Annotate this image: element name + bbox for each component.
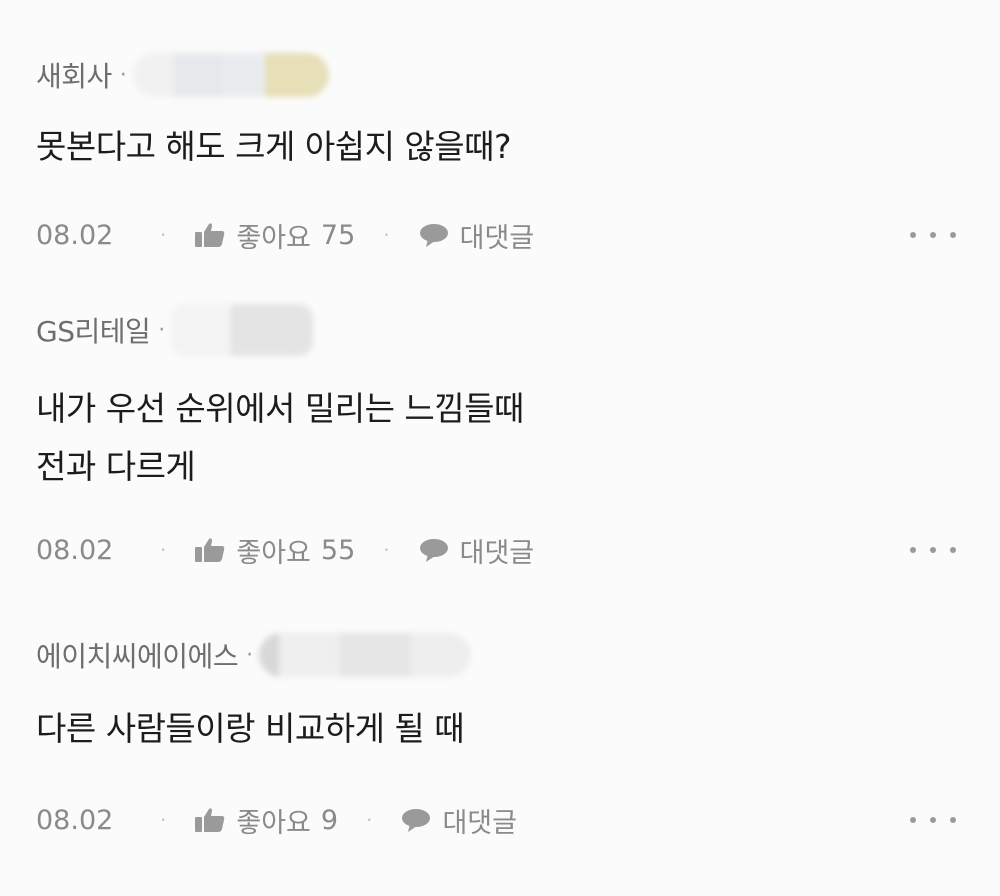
- speech-bubble-icon: [418, 222, 450, 248]
- more-dots-icon: [910, 817, 916, 823]
- separator-dot: ·: [160, 223, 167, 247]
- reply-label: 대댓글: [459, 222, 535, 254]
- thumbs-up-icon: [194, 807, 226, 833]
- reply-button[interactable]: 대댓글: [418, 216, 535, 255]
- reply-button[interactable]: 대댓글: [400, 801, 517, 840]
- comment-date: 08.02: [36, 804, 114, 836]
- like-label: 좋아요: [236, 807, 311, 839]
- more-options-button[interactable]: [910, 220, 956, 250]
- like-label: 좋아요: [236, 222, 311, 254]
- separator-dot: ·: [366, 808, 373, 832]
- like-button[interactable]: 좋아요 9: [194, 801, 338, 840]
- more-options-button[interactable]: [910, 535, 956, 565]
- reply-button[interactable]: 대댓글: [418, 531, 535, 570]
- thumbs-up-icon: [194, 222, 226, 248]
- separator-dot: ·: [383, 223, 390, 247]
- more-dots-icon: [910, 547, 916, 553]
- separator-dot: ·: [383, 538, 390, 562]
- more-dots-icon: [910, 232, 916, 238]
- comment-text-line: 내가 우선 순위에서 밀리는 느낌들때: [36, 389, 524, 428]
- comment-date: 08.02: [36, 219, 114, 251]
- like-button[interactable]: 좋아요 55: [194, 531, 355, 570]
- reply-label: 대댓글: [459, 537, 535, 569]
- comment-footer: 08.02 · 좋아요 75 · 대댓글: [36, 212, 956, 258]
- separator-dot: ·: [160, 538, 167, 562]
- comment-body: 못본다고 해도 크게 아쉽지 않을때?: [36, 118, 512, 176]
- comment-body: 내가 우선 순위에서 밀리는 느낌들때 전과 다르게: [36, 380, 524, 496]
- comment-text-line: 못본다고 해도 크게 아쉽지 않을때?: [36, 127, 512, 166]
- like-label: 좋아요: [236, 537, 311, 569]
- separator-dot: ·: [119, 62, 127, 88]
- like-count: 9: [320, 804, 339, 836]
- separator-dot: ·: [158, 317, 166, 343]
- blurred-nickname: [171, 304, 314, 356]
- separator-dot: ·: [246, 642, 254, 668]
- comment-author-row: 에이치씨에이에스 ·: [36, 630, 472, 680]
- like-count: 75: [320, 219, 356, 251]
- like-button[interactable]: 좋아요 75: [194, 216, 355, 255]
- like-count: 55: [320, 534, 356, 566]
- comment-footer: 08.02 · 좋아요 9 · 대댓글: [36, 797, 956, 843]
- separator-dot: ·: [160, 808, 167, 832]
- company-name: 새회사: [36, 60, 112, 93]
- speech-bubble-icon: [418, 537, 450, 563]
- comment-author-row: 새회사 ·: [36, 50, 329, 100]
- blurred-nickname: [132, 53, 329, 97]
- comment-author-row: GS리테일 ·: [36, 304, 314, 356]
- speech-bubble-icon: [400, 807, 432, 833]
- company-name: GS리테일: [36, 315, 151, 348]
- reply-label: 대댓글: [442, 807, 517, 839]
- comment-footer: 08.02 · 좋아요 55 · 대댓글: [36, 527, 956, 573]
- comment-text-line: 다른 사람들이랑 비교하게 될 때: [36, 709, 465, 748]
- comment-body: 다른 사람들이랑 비교하게 될 때: [36, 700, 465, 758]
- comment-text-line: 전과 다르게: [36, 447, 196, 486]
- comment-date: 08.02: [36, 534, 114, 566]
- blurred-nickname: [259, 633, 472, 677]
- more-options-button[interactable]: [910, 805, 956, 835]
- company-name: 에이치씨에이에스: [36, 640, 239, 673]
- thumbs-up-icon: [194, 537, 226, 563]
